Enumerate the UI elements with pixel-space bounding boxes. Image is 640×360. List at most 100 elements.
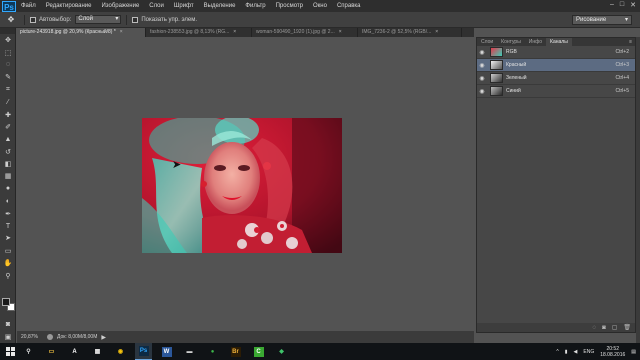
- channel-row[interactable]: ◉ Синий Ctrl+5: [477, 85, 635, 98]
- collapsed-panels-strip[interactable]: [636, 37, 640, 343]
- dodge-tool-icon[interactable]: ◐: [0, 195, 16, 207]
- document-tab[interactable]: fashion-238553.jpg @ 8,13% (RG... ×: [146, 28, 252, 37]
- calculator-taskbar-button[interactable]: ▦: [89, 343, 106, 360]
- clone-stamp-icon[interactable]: ▲: [0, 133, 16, 145]
- gradient-tool-icon[interactable]: ▦: [0, 170, 16, 182]
- color-swatches[interactable]: [2, 298, 16, 312]
- close-tab-icon[interactable]: ×: [233, 28, 236, 37]
- bridge-taskbar-button[interactable]: Br: [227, 343, 244, 360]
- start-button[interactable]: [0, 343, 20, 360]
- panel-footer: ◌ ◙ ▢ 🗑: [477, 323, 635, 332]
- tray-arrow-icon[interactable]: ^: [556, 349, 558, 355]
- autoselect-dropdown[interactable]: Слой: [75, 15, 122, 24]
- divider: [126, 14, 128, 25]
- calculator-icon: ▦: [94, 348, 101, 355]
- word-taskbar-button[interactable]: W: [158, 343, 175, 360]
- quick-mask-icon[interactable]: ◙: [0, 318, 16, 330]
- close-tab-icon[interactable]: ×: [435, 28, 438, 37]
- panel-tab[interactable]: Слои: [477, 38, 497, 46]
- screen-mode-icon[interactable]: ▣: [0, 331, 16, 343]
- panel-tab[interactable]: Контуры: [497, 38, 525, 46]
- eraser-tool-icon[interactable]: ◧: [0, 158, 16, 170]
- menu-item[interactable]: Справка: [332, 3, 366, 9]
- healing-brush-icon[interactable]: ✚: [0, 108, 16, 120]
- network-icon[interactable]: ▮: [565, 349, 568, 355]
- channel-thumbnail: [490, 86, 503, 96]
- status-menu-arrow-icon[interactable]: ▶: [101, 334, 106, 341]
- path-selection-icon[interactable]: ➤: [0, 232, 16, 244]
- menu-item[interactable]: Шрифт: [169, 3, 199, 9]
- maximize-button[interactable]: □: [620, 1, 624, 9]
- search-taskbar-button[interactable]: ⚲: [20, 343, 37, 360]
- panel-tab[interactable]: Каналы: [546, 38, 572, 46]
- save-selection-icon[interactable]: ◙: [602, 325, 606, 331]
- photoshop-taskbar-button[interactable]: Ps: [135, 343, 152, 360]
- chrome-taskbar-button[interactable]: ◉: [112, 343, 129, 360]
- eyedropper-tool-icon[interactable]: ⁄: [0, 96, 16, 108]
- document-image[interactable]: [142, 118, 342, 253]
- menu-item[interactable]: Просмотр: [271, 3, 308, 9]
- autoselect-checkbox[interactable]: [30, 16, 36, 23]
- brush-tool-icon[interactable]: ✐: [0, 121, 16, 133]
- store-taskbar-button[interactable]: A: [66, 343, 83, 360]
- load-selection-icon[interactable]: ◌: [593, 325, 597, 331]
- foreground-color[interactable]: [2, 298, 10, 306]
- close-tab-icon[interactable]: ×: [120, 28, 123, 37]
- quick-selection-tool-icon[interactable]: ✎: [0, 71, 16, 83]
- minimize-button[interactable]: –: [610, 1, 614, 9]
- file-explorer-icon: ▭: [48, 348, 55, 355]
- channel-row[interactable]: ◉ RGB Ctrl+2: [477, 46, 635, 59]
- new-channel-icon[interactable]: ▢: [612, 324, 618, 331]
- pen-tool-icon[interactable]: ✒: [0, 207, 16, 219]
- language-indicator[interactable]: ENG: [583, 349, 594, 355]
- panel-menu-icon[interactable]: ≡: [629, 39, 632, 45]
- move-tool-icon[interactable]: ✥: [0, 34, 16, 46]
- clock[interactable]: 20:52 18.08.2016: [600, 346, 625, 358]
- panel-tab[interactable]: Инфо: [525, 38, 546, 46]
- marquee-tool-icon[interactable]: ⬚: [0, 46, 16, 58]
- menu-item[interactable]: Редактирование: [41, 3, 97, 9]
- menu-item[interactable]: Слои: [144, 3, 169, 9]
- menu-item[interactable]: Файл: [16, 3, 41, 9]
- visibility-eye-icon[interactable]: ◉: [477, 49, 487, 56]
- workspace-dropdown[interactable]: Рисование: [572, 15, 632, 25]
- close-tab-icon[interactable]: ×: [339, 28, 342, 37]
- type-tool-icon[interactable]: T: [0, 220, 16, 232]
- blur-tool-icon[interactable]: ●: [0, 183, 16, 195]
- document-tab[interactable]: woman-590490_1920 (1).jpg @ 2... ×: [252, 28, 358, 37]
- files-taskbar-button[interactable]: ▬: [181, 343, 198, 360]
- volume-icon[interactable]: ◀: [574, 349, 578, 355]
- zoom-level[interactable]: 20,87%: [21, 334, 43, 340]
- delete-channel-icon[interactable]: 🗑: [623, 324, 631, 331]
- channel-name: Зеленый: [506, 75, 527, 81]
- camtasia-taskbar-button[interactable]: ◆: [273, 343, 290, 360]
- canvas-area[interactable]: ➤: [17, 37, 474, 331]
- close-button[interactable]: ✕: [630, 1, 636, 9]
- green-app-taskbar-button[interactable]: ●: [204, 343, 221, 360]
- shape-tool-icon[interactable]: ▭: [0, 245, 16, 257]
- history-brush-icon[interactable]: ↺: [0, 146, 16, 158]
- document-tab-label: picture-243918.jpg @ 20,9% (Красный/8) *: [20, 29, 116, 35]
- notifications-icon[interactable]: ▤: [631, 349, 636, 355]
- document-tab[interactable]: IMG_7236-2 @ 52,5% (RGB/... ×: [358, 28, 462, 37]
- hand-tool-icon[interactable]: ✋: [0, 257, 16, 269]
- visibility-eye-icon[interactable]: ◉: [477, 62, 487, 69]
- channel-row[interactable]: ◉ Зеленый Ctrl+4: [477, 72, 635, 85]
- menu-item[interactable]: Изображение: [96, 3, 144, 9]
- status-info-icon[interactable]: [47, 334, 53, 340]
- lime-app-taskbar-button[interactable]: C: [250, 343, 267, 360]
- document-tab[interactable]: picture-243918.jpg @ 20,9% (Красный/8) *…: [16, 28, 146, 37]
- menu-item[interactable]: Выделение: [199, 3, 241, 9]
- lasso-tool-icon[interactable]: ◌: [0, 59, 16, 71]
- zoom-tool-icon[interactable]: ⚲: [0, 269, 16, 281]
- channel-row[interactable]: ◉ Красный Ctrl+3: [477, 59, 635, 72]
- crop-tool-icon[interactable]: ⌗: [0, 84, 16, 96]
- menu-item[interactable]: Фильтр: [240, 3, 270, 9]
- show-controls-checkbox[interactable]: [132, 16, 139, 23]
- file-explorer-taskbar-button[interactable]: ▭: [43, 343, 60, 360]
- move-tool-preset-icon[interactable]: ✥: [3, 14, 19, 26]
- visibility-eye-icon[interactable]: ◉: [477, 88, 487, 95]
- document-size: Док: 8,00М/8,00М: [57, 334, 98, 340]
- menu-item[interactable]: Окно: [308, 3, 332, 9]
- visibility-eye-icon[interactable]: ◉: [477, 75, 487, 82]
